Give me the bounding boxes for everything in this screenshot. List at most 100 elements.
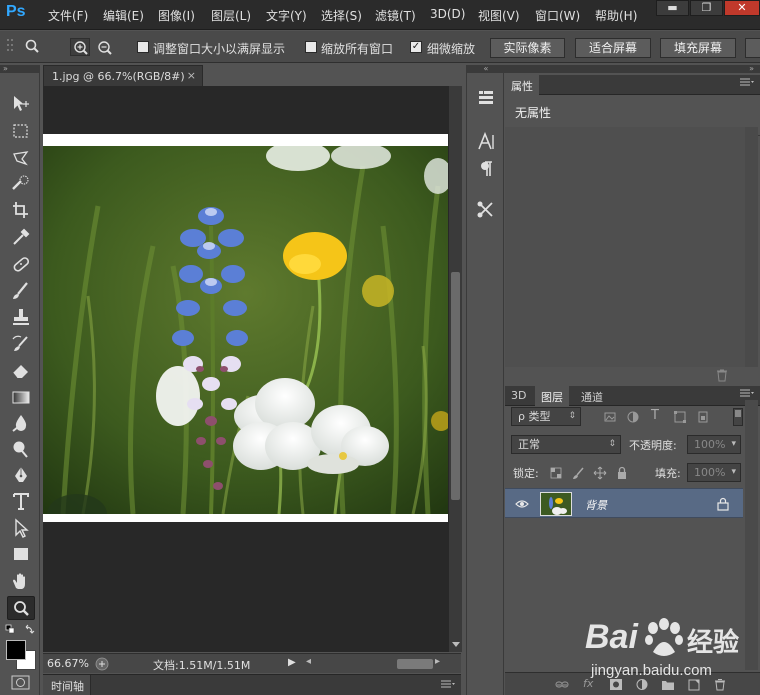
horizontal-scrollbar-thumb[interactable]: [397, 659, 433, 669]
document-tab-close-icon[interactable]: ×: [187, 69, 196, 82]
minimize-button[interactable]: ▬: [656, 0, 689, 16]
fill-field[interactable]: 100% ▾: [687, 463, 741, 482]
rectangle-tool-icon[interactable]: [9, 543, 33, 565]
crop-tool-icon[interactable]: [9, 199, 33, 221]
link-layers-icon[interactable]: [555, 678, 569, 691]
vertical-scrollbar[interactable]: [449, 86, 462, 652]
document-tab[interactable]: 1.jpg @ 66.7%(RGB/8#) ×: [43, 65, 203, 87]
layer-row-background[interactable]: 背景: [505, 488, 743, 518]
opacity-field[interactable]: 100% ▾: [687, 435, 741, 454]
fit-screen-button[interactable]: 适合屏幕: [575, 38, 651, 58]
filter-smart-object-icon[interactable]: [696, 410, 710, 424]
menu-help[interactable]: 帮助(H): [595, 7, 637, 24]
tab-layers[interactable]: 图层: [535, 386, 569, 406]
properties-scrollbar[interactable]: [745, 127, 758, 367]
document-canvas[interactable]: [43, 134, 448, 522]
filter-toggle-switch[interactable]: [733, 408, 743, 426]
tools-panel-header[interactable]: »: [0, 65, 40, 73]
status-menu-icon[interactable]: [95, 657, 109, 671]
zoom-in-icon[interactable]: [70, 38, 90, 56]
tab-3d[interactable]: 3D: [505, 386, 532, 406]
close-button[interactable]: ✕: [724, 0, 760, 16]
healing-brush-tool-icon[interactable]: [9, 253, 33, 275]
layers-menu-icon[interactable]: [740, 389, 754, 399]
marquee-tool-icon[interactable]: [9, 120, 33, 142]
eyedropper-tool-icon[interactable]: [9, 226, 33, 248]
filter-shape-icon[interactable]: [673, 410, 687, 424]
lock-position-icon[interactable]: [593, 466, 607, 480]
zoom-all-windows-checkbox[interactable]: [305, 41, 317, 53]
resize-windows-checkbox[interactable]: [137, 41, 149, 53]
zoom-tool-preset-icon[interactable]: [25, 39, 39, 53]
menu-image[interactable]: 图像(I): [158, 7, 195, 24]
gradient-tool-icon[interactable]: [9, 386, 33, 408]
properties-menu-icon[interactable]: [740, 78, 754, 88]
new-layer-icon[interactable]: [687, 678, 701, 691]
menu-layer[interactable]: 图层(L): [211, 7, 251, 24]
path-selection-tool-icon[interactable]: [9, 517, 33, 539]
history-brush-tool-icon[interactable]: [9, 333, 33, 355]
print-size-button[interactable]: [745, 38, 760, 58]
dock-header[interactable]: «: [467, 65, 505, 73]
properties-tab[interactable]: 属性: [505, 75, 539, 95]
scroll-left-icon[interactable]: ◂: [306, 656, 311, 667]
filter-pixel-icon[interactable]: [603, 410, 617, 424]
tab-channels[interactable]: 通道: [575, 386, 609, 406]
blur-tool-icon[interactable]: [9, 412, 33, 434]
menu-select[interactable]: 选择(S): [321, 7, 362, 24]
properties-delete-icon[interactable]: [715, 368, 729, 382]
quick-mask-icon[interactable]: [11, 675, 31, 691]
dodge-tool-icon[interactable]: [9, 438, 33, 460]
layer-visibility-eye-icon[interactable]: [515, 497, 529, 511]
new-group-icon[interactable]: [661, 678, 675, 691]
type-tool-icon[interactable]: [9, 490, 33, 512]
move-tool-icon[interactable]: [9, 93, 33, 115]
lasso-tool-icon[interactable]: [9, 147, 33, 169]
filter-adjustment-icon[interactable]: [626, 410, 640, 424]
add-mask-icon[interactable]: [609, 678, 623, 691]
zoom-out-icon[interactable]: [94, 38, 114, 56]
character-panel-icon[interactable]: [475, 131, 497, 153]
layer-name[interactable]: 背景: [585, 497, 607, 513]
restore-button[interactable]: ❐: [690, 0, 723, 16]
scrubby-zoom-checkbox[interactable]: ✓: [410, 41, 422, 53]
canvas-area[interactable]: [43, 86, 461, 652]
brush-tool-icon[interactable]: [9, 280, 33, 302]
hand-tool-icon[interactable]: [9, 570, 33, 592]
menu-window[interactable]: 窗口(W): [535, 7, 580, 24]
lock-pixels-icon[interactable]: [571, 466, 585, 480]
menu-3d[interactable]: 3D(D): [430, 7, 465, 21]
new-adjustment-layer-icon[interactable]: [635, 678, 649, 691]
quick-select-tool-icon[interactable]: [9, 173, 33, 195]
lock-transparent-icon[interactable]: [549, 466, 563, 480]
lock-all-icon[interactable]: [615, 466, 629, 480]
history-panel-icon[interactable]: [475, 87, 497, 109]
default-colors-icon[interactable]: [4, 623, 38, 637]
tool-presets-icon[interactable]: [475, 199, 497, 221]
zoom-level[interactable]: 66.67%: [47, 657, 89, 670]
right-dock-header[interactable]: »: [505, 64, 760, 73]
clone-stamp-tool-icon[interactable]: [9, 306, 33, 328]
layer-filter-select[interactable]: ρ 类型 ⇕: [511, 407, 581, 426]
vertical-scrollbar-thumb[interactable]: [451, 272, 460, 500]
scroll-down-icon[interactable]: [452, 642, 460, 648]
filter-type-icon[interactable]: T: [651, 408, 659, 423]
paragraph-panel-icon[interactable]: [475, 158, 497, 180]
timeline-tab[interactable]: 时间轴: [43, 675, 91, 695]
fill-screen-button[interactable]: 填充屏幕: [660, 38, 736, 58]
zoom-tool-button[interactable]: [7, 596, 35, 620]
layer-style-icon[interactable]: fx: [583, 677, 593, 690]
menu-filter[interactable]: 滤镜(T): [375, 7, 416, 24]
eraser-tool-icon[interactable]: [9, 359, 33, 381]
timeline-menu-icon[interactable]: [441, 680, 455, 690]
menu-view[interactable]: 视图(V): [478, 7, 520, 24]
menu-edit[interactable]: 编辑(E): [103, 7, 144, 24]
delete-layer-icon[interactable]: [713, 678, 727, 691]
layers-scrollbar[interactable]: [745, 400, 758, 670]
pen-tool-icon[interactable]: [9, 464, 33, 486]
scroll-right-icon[interactable]: ▸: [435, 656, 440, 667]
menu-type[interactable]: 文字(Y): [266, 7, 307, 24]
menu-file[interactable]: 文件(F): [48, 7, 88, 24]
blend-mode-select[interactable]: 正常 ⇕: [511, 435, 621, 454]
status-play-icon[interactable]: ▶: [288, 657, 296, 668]
